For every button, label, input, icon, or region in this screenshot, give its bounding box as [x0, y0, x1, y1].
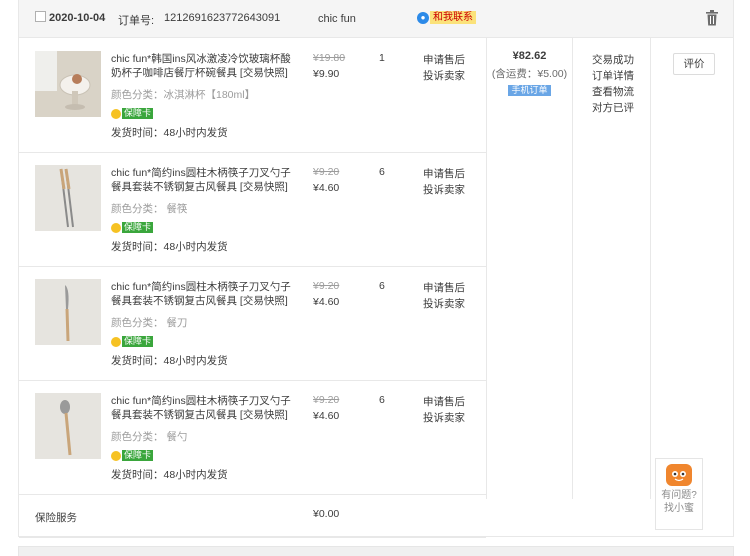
- order-number: 1212691623772643091: [164, 12, 281, 24]
- guarantee-badge[interactable]: 保障卡: [111, 108, 154, 119]
- column-divider: [486, 38, 487, 499]
- product-attribute: 颜色分类： 餐刀: [111, 317, 188, 329]
- assistant-mascot-icon: [666, 464, 692, 486]
- product-attribute: 颜色分类： 餐勺: [111, 431, 188, 443]
- order-number-label: 订单号:: [118, 15, 155, 27]
- order-detail-link[interactable]: 订单详情: [592, 68, 652, 84]
- ship-time: 发货时间：48小时内发货: [111, 469, 228, 481]
- complain-seller-link[interactable]: 投诉卖家: [423, 182, 465, 197]
- complain-seller-link[interactable]: 投诉卖家: [423, 296, 465, 311]
- product-thumbnail[interactable]: [35, 51, 101, 117]
- guarantee-badge-label: 保障卡: [122, 336, 154, 347]
- order-date: 2020-10-04: [49, 12, 106, 24]
- unit-price: ¥4.60: [313, 410, 340, 422]
- insurance-label: 保险服务: [35, 512, 77, 524]
- next-order-header: [18, 546, 734, 556]
- original-price: ¥9.20: [313, 394, 340, 406]
- product-thumbnail[interactable]: [35, 279, 101, 345]
- product-title-link[interactable]: chic fun*简约ins圆柱木柄筷子刀叉勺子餐具套装不锈钢复古风餐具 [交易…: [111, 166, 297, 194]
- contact-seller-label: 和我联系: [430, 11, 476, 24]
- apply-after-sale-link[interactable]: 申请售后: [423, 52, 465, 67]
- assistant-text-line1: 有问题?: [661, 490, 697, 501]
- apply-after-sale-link[interactable]: 申请售后: [423, 394, 465, 409]
- shop-name-link[interactable]: chic fun: [318, 13, 356, 25]
- order-card: 2020-10-04 订单号: 1212691623772643091 chic…: [18, 0, 734, 538]
- ship-time: 发货时间：48小时内发货: [111, 127, 228, 139]
- shield-icon: [111, 450, 121, 461]
- shipping-fee: (含运费：¥5.00): [491, 68, 568, 80]
- product-thumbnail[interactable]: [35, 393, 101, 459]
- product-thumbnail[interactable]: [35, 165, 101, 231]
- complain-seller-link[interactable]: 投诉卖家: [423, 68, 465, 83]
- complain-seller-link[interactable]: 投诉卖家: [423, 410, 465, 425]
- order-status: 交易成功 订单详情 查看物流 对方已评: [592, 52, 652, 116]
- shield-icon: [111, 108, 121, 119]
- unit-price: ¥4.60: [313, 182, 340, 194]
- view-logistics-link[interactable]: 查看物流: [592, 84, 652, 100]
- guarantee-badge-label: 保障卡: [122, 450, 154, 461]
- apply-after-sale-link[interactable]: 申请售后: [423, 166, 465, 181]
- assistant-text-line2: 找小蜜: [664, 503, 694, 514]
- order-item-row: chic fun*简约ins圆柱木柄筷子刀叉勺子餐具套装不锈钢复古风餐具 [交易…: [19, 152, 486, 267]
- shield-icon: [111, 336, 121, 347]
- product-title-link[interactable]: chic fun*韩国ins风冰激凌冷饮玻璃杯酸奶杯子咖啡店餐厅杯碗餐具 [交易…: [111, 52, 297, 80]
- original-price: ¥9.20: [313, 280, 340, 292]
- order-item-row: chic fun*韩国ins风冰激凌冷饮玻璃杯酸奶杯子咖啡店餐厅杯碗餐具 [交易…: [19, 38, 486, 153]
- help-assistant-widget[interactable]: 有问题? 找小蜜: [655, 458, 703, 530]
- shield-icon: [111, 222, 121, 233]
- quantity: 6: [379, 394, 385, 406]
- apply-after-sale-link[interactable]: 申请售后: [423, 280, 465, 295]
- rated-status: 对方已评: [592, 102, 634, 114]
- total-amount: ¥82.62: [512, 50, 547, 62]
- original-price: ¥19.80: [313, 52, 346, 64]
- unit-price: ¥9.90: [313, 68, 340, 80]
- product-attribute: 颜色分类： 餐筷: [111, 203, 188, 215]
- quantity: 1: [379, 52, 385, 64]
- insurance-row: 保险服务 ¥0.00: [19, 494, 486, 538]
- order-total: ¥82.62 (含运费：¥5.00) 手机订单: [487, 50, 572, 96]
- insurance-price: ¥0.00: [313, 508, 340, 520]
- guarantee-badge-label: 保障卡: [122, 108, 154, 119]
- guarantee-badge[interactable]: 保障卡: [111, 222, 154, 233]
- ship-time: 发货时间：48小时内发货: [111, 355, 228, 367]
- product-attribute: 颜色分类：冰淇淋杯【180ml】: [111, 89, 256, 101]
- order-item-row: chic fun*简约ins圆柱木柄筷子刀叉勺子餐具套装不锈钢复古风餐具 [交易…: [19, 380, 486, 495]
- trade-status: 交易成功: [592, 54, 634, 66]
- unit-price: ¥4.60: [313, 296, 340, 308]
- order-header: 2020-10-04 订单号: 1212691623772643091 chic…: [19, 0, 733, 38]
- quantity: 6: [379, 166, 385, 178]
- evaluate-button[interactable]: 评价: [673, 53, 715, 75]
- contact-seller-button[interactable]: ● 和我联系: [417, 11, 476, 24]
- column-divider: [572, 38, 573, 499]
- mobile-order-tag: 手机订单: [508, 85, 551, 96]
- quantity: 6: [379, 280, 385, 292]
- chat-bubble-icon: ●: [417, 11, 429, 24]
- guarantee-badge[interactable]: 保障卡: [111, 336, 154, 347]
- product-title-link[interactable]: chic fun*简约ins圆柱木柄筷子刀叉勺子餐具套装不锈钢复古风餐具 [交易…: [111, 394, 297, 422]
- trash-icon[interactable]: [705, 10, 719, 26]
- order-checkbox[interactable]: [35, 11, 46, 22]
- ship-time: 发货时间：48小时内发货: [111, 241, 228, 253]
- guarantee-badge[interactable]: 保障卡: [111, 450, 154, 461]
- product-title-link[interactable]: chic fun*简约ins圆柱木柄筷子刀叉勺子餐具套装不锈钢复古风餐具 [交易…: [111, 280, 297, 308]
- order-item-row: chic fun*简约ins圆柱木柄筷子刀叉勺子餐具套装不锈钢复古风餐具 [交易…: [19, 266, 486, 381]
- guarantee-badge-label: 保障卡: [122, 222, 154, 233]
- original-price: ¥9.20: [313, 166, 340, 178]
